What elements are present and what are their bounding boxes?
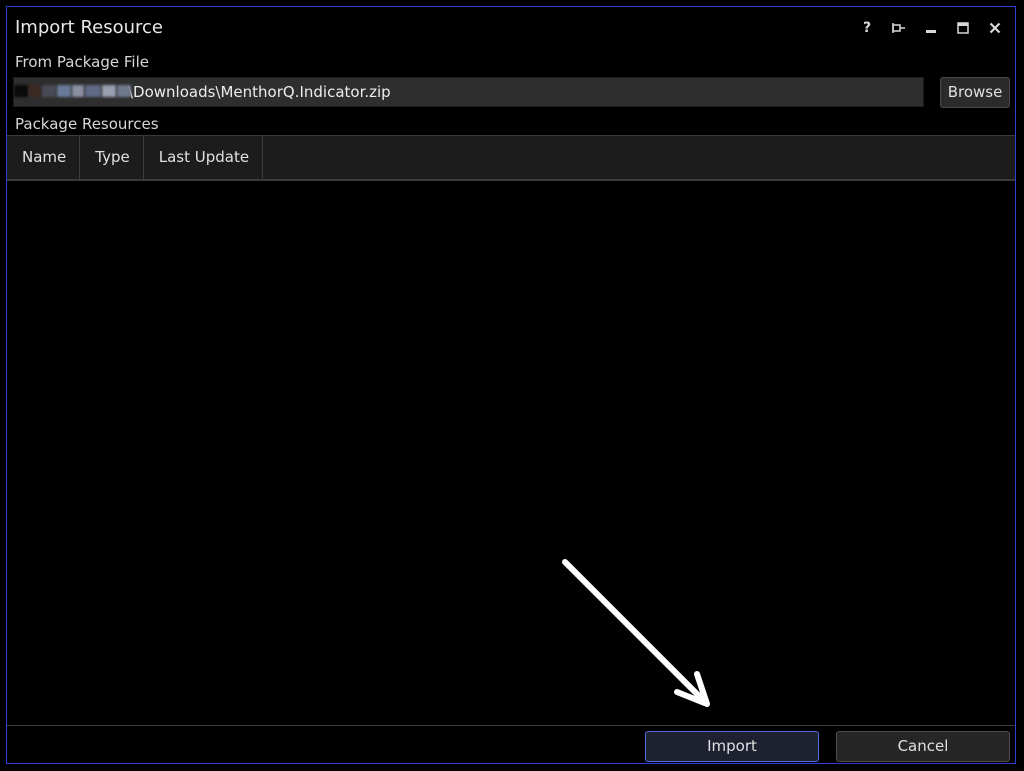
redacted-path-prefix (14, 78, 132, 106)
minimize-icon[interactable] (915, 17, 947, 39)
window-controls: ? (851, 17, 1011, 39)
import-button[interactable]: Import (645, 731, 819, 762)
table-header: Name Type Last Update (7, 136, 1015, 181)
import-resource-dialog: Import Resource ? From Package File \Dow… (6, 6, 1016, 764)
package-file-label: From Package File (15, 53, 149, 71)
column-header-type[interactable]: Type (80, 136, 144, 179)
package-resources-table[interactable]: Name Type Last Update (7, 135, 1015, 727)
column-header-last-update[interactable]: Last Update (144, 136, 264, 179)
cancel-button[interactable]: Cancel (836, 731, 1010, 762)
column-header-name[interactable]: Name (7, 136, 81, 179)
help-icon[interactable]: ? (851, 17, 883, 39)
maximize-icon[interactable] (947, 17, 979, 39)
dialog-footer: Import Cancel (7, 725, 1015, 763)
package-resources-label: Package Resources (15, 115, 159, 133)
annotation-arrow-icon (562, 559, 710, 707)
title-bar[interactable]: Import Resource ? (7, 7, 1015, 47)
pin-icon[interactable] (883, 17, 915, 39)
help-glyph: ? (862, 20, 872, 36)
package-path-input[interactable]: \Downloads\MenthorQ.Indicator.zip (13, 77, 924, 107)
browse-button[interactable]: Browse (940, 77, 1010, 108)
dialog-title: Import Resource (15, 17, 164, 38)
close-icon[interactable] (979, 17, 1011, 39)
package-path-text: \Downloads\MenthorQ.Indicator.zip (128, 83, 391, 101)
